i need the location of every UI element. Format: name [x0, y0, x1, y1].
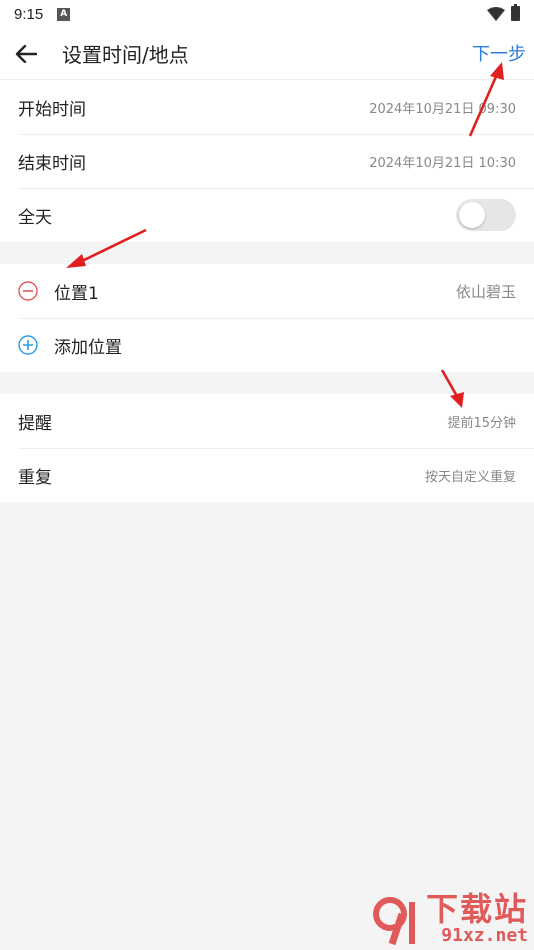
- status-icons: [487, 4, 520, 21]
- all-day-row: 全天: [0, 188, 534, 242]
- watermark-top: 下载站: [425, 890, 528, 928]
- start-time-row[interactable]: 开始时间 2024年10月21日 09:30: [0, 80, 534, 134]
- watermark-bottom: 91xz.net: [441, 925, 528, 946]
- wifi-icon: [487, 6, 505, 21]
- add-circle-icon: [18, 335, 38, 355]
- end-time-label: 结束时间: [18, 153, 86, 174]
- battery-icon: [511, 4, 520, 21]
- location-label: 位置1: [54, 283, 99, 304]
- watermark-text: 下载站 91xz.net: [426, 892, 528, 946]
- reminder-label: 提醒: [18, 413, 52, 434]
- all-day-label: 全天: [18, 207, 52, 228]
- add-location-row[interactable]: 添加位置: [0, 318, 534, 372]
- add-location-left: 添加位置: [18, 333, 122, 358]
- watermark-logo-icon: [372, 897, 415, 946]
- remove-circle-icon[interactable]: [18, 281, 38, 301]
- watermark: 下载站 91xz.net: [372, 892, 528, 946]
- location-section: 位置1 依山碧玉 添加位置: [0, 264, 534, 372]
- repeat-value: 按天自定义重复: [424, 469, 516, 485]
- repeat-row[interactable]: 重复 按天自定义重复: [0, 448, 534, 502]
- status-time: 9:15: [14, 5, 44, 23]
- next-step-button[interactable]: 下一步: [472, 40, 526, 66]
- reminder-row[interactable]: 提醒 提前15分钟: [0, 394, 534, 448]
- status-bar: 9:15 A: [0, 0, 534, 28]
- end-time-row[interactable]: 结束时间 2024年10月21日 10:30: [0, 134, 534, 188]
- location-left: 位置1: [18, 279, 99, 304]
- notification-a-icon: A: [57, 7, 71, 21]
- reminder-value: 提前15分钟: [447, 415, 516, 431]
- location-row[interactable]: 位置1 依山碧玉: [0, 264, 534, 318]
- app-bar: 设置时间/地点 下一步: [0, 28, 534, 80]
- repeat-label: 重复: [18, 467, 52, 488]
- add-location-label: 添加位置: [54, 337, 122, 358]
- section-divider: [0, 372, 534, 394]
- arrow-left-icon: [15, 44, 37, 63]
- reminder-section: 提醒 提前15分钟 重复 按天自定义重复: [0, 394, 534, 502]
- location-value: 依山碧玉: [455, 282, 516, 301]
- all-day-toggle[interactable]: [456, 199, 516, 231]
- time-section: 开始时间 2024年10月21日 09:30 结束时间 2024年10月21日 …: [0, 80, 534, 242]
- page-title: 设置时间/地点: [62, 43, 189, 67]
- end-time-value: 2024年10月21日 10:30: [369, 155, 516, 171]
- back-button[interactable]: [0, 28, 52, 80]
- section-divider: [0, 242, 534, 264]
- start-time-label: 开始时间: [18, 99, 86, 120]
- start-time-value: 2024年10月21日 09:30: [369, 101, 516, 117]
- toggle-knob: [459, 202, 485, 228]
